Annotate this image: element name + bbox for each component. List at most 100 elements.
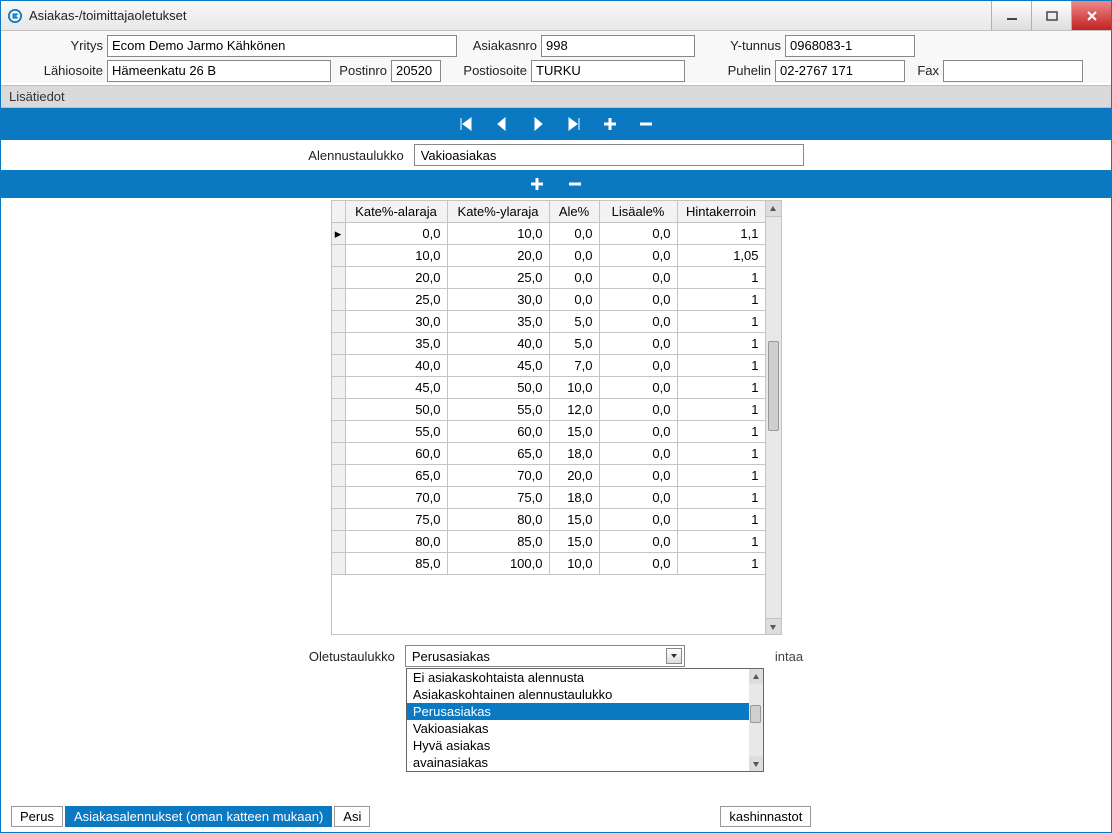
table-row[interactable]: 30,035,05,00,01 xyxy=(331,311,765,333)
grid-cell[interactable]: 40,0 xyxy=(345,355,447,377)
grid-cell[interactable]: 0,0 xyxy=(599,311,677,333)
col-kate-ylaraja[interactable]: Kate%-ylaraja xyxy=(447,201,549,223)
grid-cell[interactable]: 50,0 xyxy=(447,377,549,399)
grid-cell[interactable]: 20,0 xyxy=(549,465,599,487)
grid-cell[interactable]: 85,0 xyxy=(447,531,549,553)
grid-cell[interactable]: 20,0 xyxy=(447,245,549,267)
grid-cell[interactable]: 0,0 xyxy=(599,465,677,487)
dropdown-scrollbar[interactable] xyxy=(749,669,763,771)
grid-cell[interactable]: 0,0 xyxy=(599,223,677,245)
dropdown-option[interactable]: Ei asiakaskohtaista alennusta xyxy=(407,669,749,686)
grid-cell[interactable]: 0,0 xyxy=(599,421,677,443)
col-lisaale[interactable]: Lisäale% xyxy=(599,201,677,223)
close-button[interactable] xyxy=(1071,1,1111,30)
tab-perus[interactable]: Perus xyxy=(11,806,63,827)
grid-cell[interactable]: 1 xyxy=(677,421,765,443)
grid-cell[interactable]: 55,0 xyxy=(345,421,447,443)
grid-cell[interactable]: 65,0 xyxy=(345,465,447,487)
grid-cell[interactable]: 5,0 xyxy=(549,311,599,333)
col-ale[interactable]: Ale% xyxy=(549,201,599,223)
grid-cell[interactable]: 0,0 xyxy=(345,223,447,245)
grid-cell[interactable]: 1 xyxy=(677,443,765,465)
grid-cell[interactable]: 0,0 xyxy=(599,509,677,531)
grid-cell[interactable]: 0,0 xyxy=(549,289,599,311)
grid-cell[interactable]: 10,0 xyxy=(345,245,447,267)
grid-cell[interactable]: 1 xyxy=(677,531,765,553)
grid-cell[interactable]: 30,0 xyxy=(447,289,549,311)
table-row[interactable]: 40,045,07,00,01 xyxy=(331,355,765,377)
grid-cell[interactable]: 1 xyxy=(677,553,765,575)
discount-grid[interactable]: Kate%-alaraja Kate%-ylaraja Ale% Lisäale… xyxy=(331,200,766,575)
grid-cell[interactable]: 80,0 xyxy=(447,509,549,531)
grid-cell[interactable]: 12,0 xyxy=(549,399,599,421)
table-row[interactable]: 60,065,018,00,01 xyxy=(331,443,765,465)
table-row[interactable]: 10,020,00,00,01,05 xyxy=(331,245,765,267)
grid-cell[interactable]: 65,0 xyxy=(447,443,549,465)
table-row[interactable]: 85,0100,010,00,01 xyxy=(331,553,765,575)
table-row[interactable]: 45,050,010,00,01 xyxy=(331,377,765,399)
nav-next-icon[interactable] xyxy=(529,115,547,133)
dropdown-option[interactable]: Asiakaskohtainen alennustaulukko xyxy=(407,686,749,703)
grid-cell[interactable]: 60,0 xyxy=(447,421,549,443)
grid-cell[interactable]: 35,0 xyxy=(447,311,549,333)
table-row[interactable]: 20,025,00,00,01 xyxy=(331,267,765,289)
dd-scroll-down-icon[interactable] xyxy=(749,756,763,771)
table-row[interactable]: 80,085,015,00,01 xyxy=(331,531,765,553)
grid-cell[interactable]: 25,0 xyxy=(345,289,447,311)
grid-cell[interactable]: 0,0 xyxy=(549,245,599,267)
grid-cell[interactable]: 70,0 xyxy=(345,487,447,509)
grid-cell[interactable]: 0,0 xyxy=(599,267,677,289)
grid-cell[interactable]: 0,0 xyxy=(599,289,677,311)
input-fax[interactable] xyxy=(943,60,1083,82)
grid-cell[interactable]: 25,0 xyxy=(447,267,549,289)
dropdown-option[interactable]: Vakioasiakas xyxy=(407,720,749,737)
grid-cell[interactable]: 40,0 xyxy=(447,333,549,355)
table-row[interactable]: 25,030,00,00,01 xyxy=(331,289,765,311)
grid-cell[interactable]: 0,0 xyxy=(599,377,677,399)
dropdown-option[interactable]: Hyvä asiakas xyxy=(407,737,749,754)
grid-cell[interactable]: 18,0 xyxy=(549,443,599,465)
grid-cell[interactable]: 1 xyxy=(677,399,765,421)
grid-cell[interactable]: 10,0 xyxy=(549,553,599,575)
grid-cell[interactable]: 0,0 xyxy=(599,399,677,421)
grid-cell[interactable]: 1 xyxy=(677,311,765,333)
input-alennustaulukko[interactable] xyxy=(414,144,804,166)
grid-cell[interactable]: 0,0 xyxy=(599,333,677,355)
grid-cell[interactable]: 1,1 xyxy=(677,223,765,245)
grid-cell[interactable]: 50,0 xyxy=(345,399,447,421)
input-postiosoite[interactable] xyxy=(531,60,685,82)
table-row[interactable]: 55,060,015,00,01 xyxy=(331,421,765,443)
maximize-button[interactable] xyxy=(1031,1,1071,30)
grid-cell[interactable]: 0,0 xyxy=(599,355,677,377)
col-hintakerroin[interactable]: Hintakerroin xyxy=(677,201,765,223)
minimize-button[interactable] xyxy=(991,1,1031,30)
grid-cell[interactable]: 70,0 xyxy=(447,465,549,487)
grid-cell[interactable]: 1 xyxy=(677,267,765,289)
input-asiakasnro[interactable] xyxy=(541,35,695,57)
dd-scroll-thumb[interactable] xyxy=(750,705,761,723)
grid-cell[interactable]: 100,0 xyxy=(447,553,549,575)
table-row[interactable]: 50,055,012,00,01 xyxy=(331,399,765,421)
dropdown-option[interactable]: Perusasiakas xyxy=(407,703,749,720)
table-row[interactable]: ▸0,010,00,00,01,1 xyxy=(331,223,765,245)
grid-cell[interactable]: 85,0 xyxy=(345,553,447,575)
table-row[interactable]: 35,040,05,00,01 xyxy=(331,333,765,355)
table-row[interactable]: 70,075,018,00,01 xyxy=(331,487,765,509)
grid-cell[interactable]: 1 xyxy=(677,487,765,509)
grid-scrollbar[interactable] xyxy=(766,200,782,635)
scroll-up-icon[interactable] xyxy=(766,201,781,217)
grid-cell[interactable]: 1,05 xyxy=(677,245,765,267)
input-puhelin[interactable] xyxy=(775,60,905,82)
select-oletustaulukko[interactable]: Perusasiakas Ei asiakaskohtaista alennus… xyxy=(405,645,685,667)
input-lahiosoite[interactable] xyxy=(107,60,331,82)
dropdown-option[interactable]: avainasiakas xyxy=(407,754,749,771)
grid-cell[interactable]: 60,0 xyxy=(345,443,447,465)
grid-cell[interactable]: 80,0 xyxy=(345,531,447,553)
scroll-down-icon[interactable] xyxy=(766,618,781,634)
scroll-thumb[interactable] xyxy=(768,341,779,431)
tab-partial-kashinnastot[interactable]: kashinnastot xyxy=(720,806,811,827)
col-kate-alaraja[interactable]: Kate%-alaraja xyxy=(345,201,447,223)
input-yritys[interactable] xyxy=(107,35,457,57)
grid-cell[interactable]: 35,0 xyxy=(345,333,447,355)
grid-cell[interactable]: 75,0 xyxy=(345,509,447,531)
